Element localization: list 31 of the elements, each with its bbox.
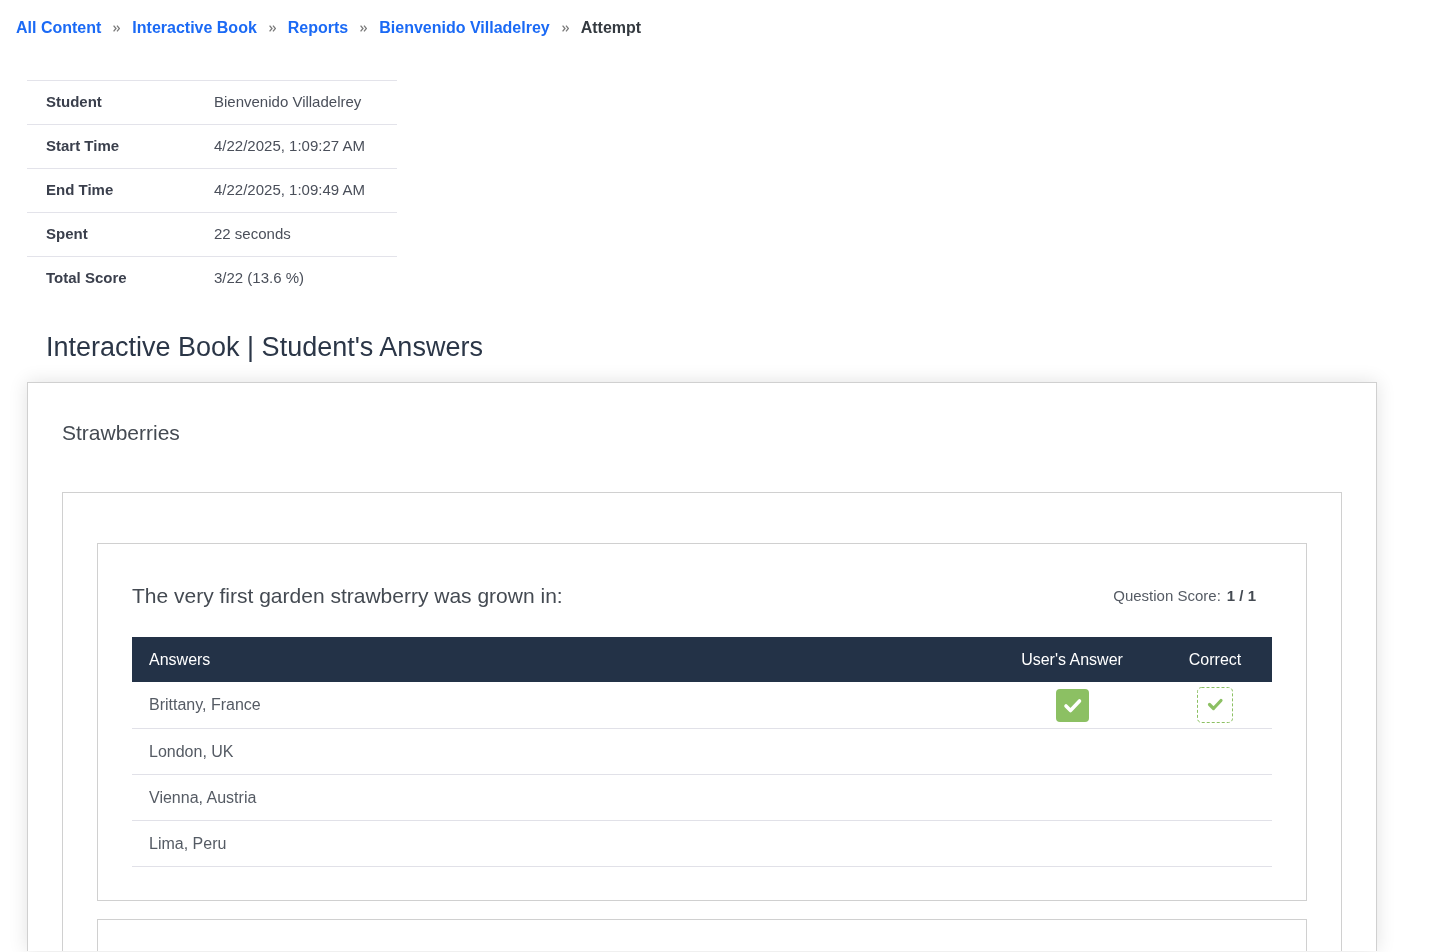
field-value: 4/22/2025, 1:09:49 AM bbox=[214, 180, 365, 201]
breadcrumb-link[interactable]: Interactive Book bbox=[132, 18, 257, 38]
section-title: Strawberries bbox=[62, 420, 180, 446]
column-header: Correct bbox=[1188, 649, 1242, 670]
breadcrumb-link[interactable]: Bienvenido Villadelrey bbox=[379, 18, 550, 38]
table-cell-text: London, UK bbox=[149, 741, 234, 762]
field-label: End Time bbox=[45, 180, 115, 201]
field-value: 4/22/2025, 1:09:27 AM bbox=[214, 136, 365, 157]
column-header: User's Answer bbox=[1021, 649, 1123, 670]
field-label: Total Score bbox=[45, 268, 128, 289]
table-cell-text: Vienna, Austria bbox=[149, 787, 257, 808]
breadcrumb-link[interactable]: All Content bbox=[16, 18, 102, 38]
field-label: Spent bbox=[45, 224, 89, 245]
breadcrumb-current: Attempt bbox=[580, 18, 642, 38]
table-cell-text: Brittany, France bbox=[149, 695, 261, 715]
field-label: Student bbox=[45, 92, 103, 113]
field-label: Start Time bbox=[45, 136, 121, 157]
breadcrumb-link[interactable]: Reports bbox=[287, 18, 349, 38]
question-text: The very first garden strawberry was grown in: bbox=[132, 583, 563, 609]
double-chevron-icon bbox=[113, 24, 121, 32]
field-value: 3/22 (13.6 %) bbox=[214, 268, 305, 289]
double-chevron-icon bbox=[360, 24, 368, 32]
page-heading: Interactive Book | Student's Answers bbox=[46, 331, 483, 364]
score-value: 1 / 1 bbox=[1226, 585, 1256, 606]
double-chevron-icon bbox=[268, 24, 276, 32]
field-value: 22 seconds bbox=[214, 224, 291, 245]
column-header: Answers bbox=[149, 649, 211, 670]
field-value: Bienvenido Villadelrey bbox=[214, 92, 362, 113]
score-label: Question Score: bbox=[1113, 585, 1221, 606]
table-cell-text: Lima, Peru bbox=[149, 833, 227, 854]
double-chevron-icon bbox=[561, 24, 569, 32]
